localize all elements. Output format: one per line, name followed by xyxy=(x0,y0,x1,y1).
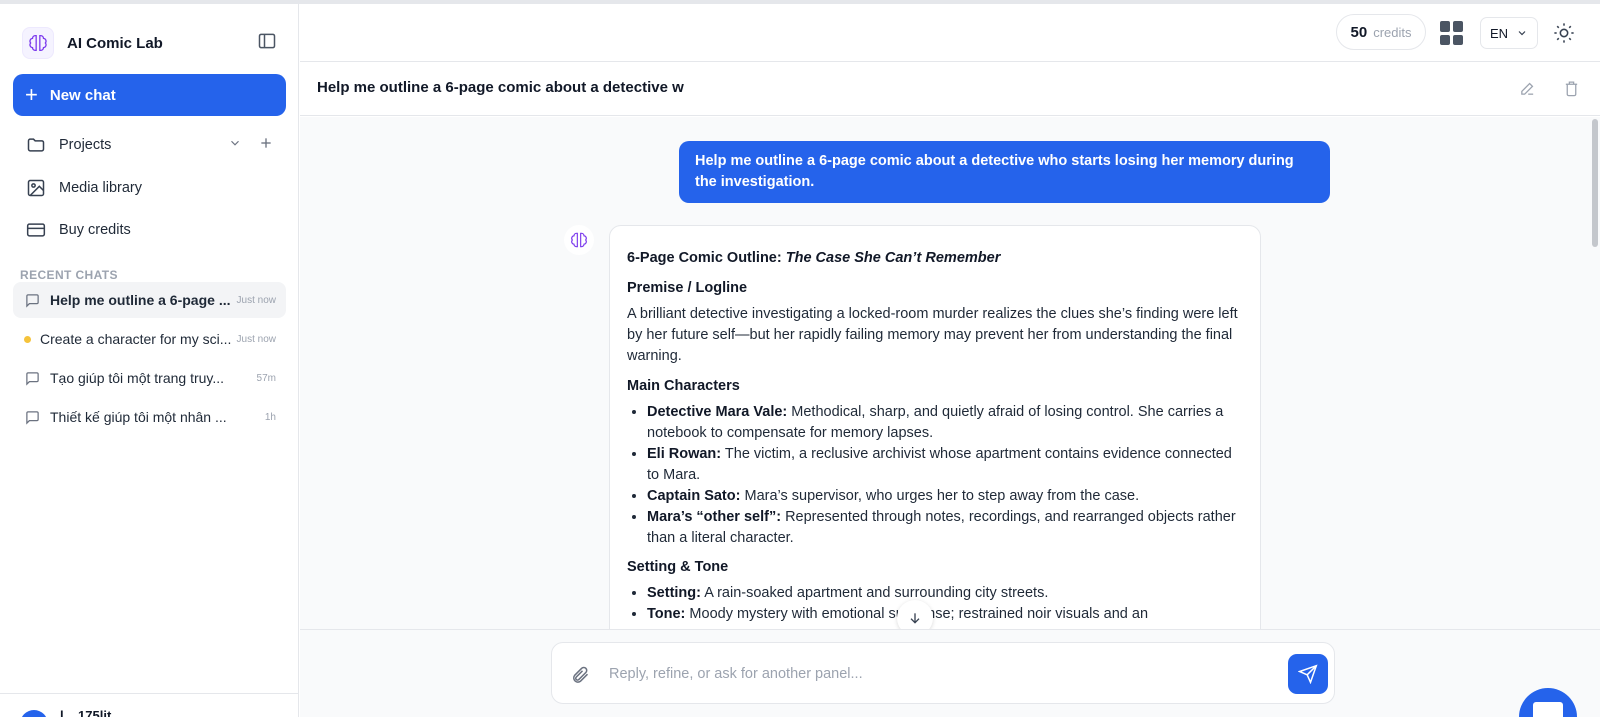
recent-chat-item[interactable]: Help me outline a 6-page ... Just now xyxy=(13,282,286,318)
new-chat-label: New chat xyxy=(49,86,116,104)
sidebar-item-label: Media library xyxy=(59,180,142,196)
recent-chat-item[interactable]: Tạo giúp tôi một trang truy... 57m xyxy=(13,360,286,396)
language-value: EN xyxy=(1489,25,1509,41)
chat-bubble-icon xyxy=(24,409,40,425)
characters-heading: Main Characters xyxy=(627,378,740,394)
arrow-down-icon xyxy=(910,613,920,624)
assistant-message: 6-Page Comic Outline: The Case She Can’t… xyxy=(609,225,1261,629)
characters-list: Detective Mara Vale: Methodical, sharp, … xyxy=(647,402,1244,549)
sidebar-item-buy-credits[interactable]: Buy credits xyxy=(13,212,286,248)
folder-icon xyxy=(25,134,47,156)
composer-area xyxy=(300,629,1600,717)
scroll-down-button[interactable] xyxy=(897,600,933,629)
send-button[interactable] xyxy=(1288,654,1328,694)
message-input[interactable] xyxy=(609,659,1269,689)
chat-time: Just now xyxy=(236,333,276,345)
app-name: AI Comic Lab xyxy=(67,34,163,52)
trash-icon[interactable] xyxy=(1560,77,1582,99)
sun-icon[interactable] xyxy=(1552,21,1576,45)
top-bar: 50 credits EN xyxy=(300,4,1600,62)
list-item: Setting: A rain-soaked apartment and sur… xyxy=(647,583,1244,604)
chat-time: 1h xyxy=(264,411,276,423)
chevron-down-icon xyxy=(1518,31,1526,36)
setting-heading: Setting & Tone xyxy=(627,559,729,575)
user-name: l... 175lit xyxy=(60,708,112,717)
conversation-title: Help me outline a 6-page comic about a d… xyxy=(317,79,684,96)
sidebar: AI Comic Lab + New chat Projects Media l… xyxy=(0,4,299,717)
list-item: Mara’s “other self”: Represented through… xyxy=(647,507,1244,549)
chat-widget-icon xyxy=(1533,702,1563,717)
outline-heading: 6-Page Comic Outline: The Case She Can’t… xyxy=(627,250,1001,266)
chat-title: Help me outline a 6-page ... xyxy=(50,292,231,308)
new-chat-button[interactable]: + New chat xyxy=(13,74,286,116)
avatar xyxy=(20,710,48,717)
chat-time: 57m xyxy=(256,372,276,384)
list-item: Tone: Moody mystery with emotional suspe… xyxy=(647,604,1244,625)
credit-card-icon xyxy=(25,219,47,241)
chat-title: Create a character for my sci... xyxy=(40,331,232,347)
user-profile[interactable]: l... 175lit xyxy=(0,693,299,717)
recent-chat-item[interactable]: Create a character for my sci... Just no… xyxy=(13,321,286,357)
status-dot xyxy=(24,335,31,343)
list-item: Eli Rowan: The victim, a reclusive archi… xyxy=(647,444,1244,486)
sidebar-item-media-library[interactable]: Media library xyxy=(13,170,286,206)
setting-list: Setting: A rain-soaked apartment and sur… xyxy=(647,583,1244,625)
chat-bubble-icon xyxy=(24,292,40,308)
premise-text: A brilliant detective investigating a lo… xyxy=(627,306,1238,364)
credits-value: 50 xyxy=(1350,23,1368,41)
language-select[interactable]: EN xyxy=(1480,17,1538,49)
send-icon xyxy=(1298,664,1318,684)
credits-label: credits xyxy=(1373,24,1412,40)
list-item: Detective Mara Vale: Methodical, sharp, … xyxy=(647,402,1244,444)
add-project-icon[interactable] xyxy=(258,135,274,155)
image-icon xyxy=(25,177,47,199)
sidebar-toggle-icon[interactable] xyxy=(256,30,278,52)
composer xyxy=(551,642,1335,704)
brand[interactable]: AI Comic Lab xyxy=(22,24,163,62)
user-message: Help me outline a 6-page comic about a d… xyxy=(679,141,1330,203)
apps-grid-icon[interactable] xyxy=(1440,21,1464,45)
sidebar-item-projects[interactable]: Projects xyxy=(13,127,286,163)
sidebar-item-label: Buy credits xyxy=(59,222,131,238)
credits-badge[interactable]: 50 credits xyxy=(1336,14,1426,50)
chat-bubble-icon xyxy=(24,370,40,386)
scrollbar[interactable] xyxy=(1592,119,1598,247)
edit-icon[interactable] xyxy=(1516,77,1538,99)
assistant-avatar xyxy=(564,225,594,255)
plus-icon: + xyxy=(25,82,38,107)
chat-title: Thiết kế giúp tôi một nhân ... xyxy=(50,409,227,425)
paperclip-icon[interactable] xyxy=(568,663,592,687)
recent-chat-item[interactable]: Thiết kế giúp tôi một nhân ... 1h xyxy=(13,399,286,435)
list-item: Captain Sato: Mara’s supervisor, who urg… xyxy=(647,486,1244,507)
recent-chats-heading: RECENT CHATS xyxy=(20,268,118,282)
sidebar-item-label: Projects xyxy=(59,137,112,153)
chat-time: Just now xyxy=(236,294,276,306)
premise-heading: Premise / Logline xyxy=(627,280,748,296)
app-logo xyxy=(22,27,54,59)
conversation-header: Help me outline a 6-page comic about a d… xyxy=(300,62,1600,116)
message-area[interactable]: Help me outline a 6-page comic about a d… xyxy=(300,117,1600,629)
chevron-down-icon[interactable] xyxy=(228,136,242,154)
chat-title: Tạo giúp tôi một trang truy... xyxy=(50,370,225,386)
